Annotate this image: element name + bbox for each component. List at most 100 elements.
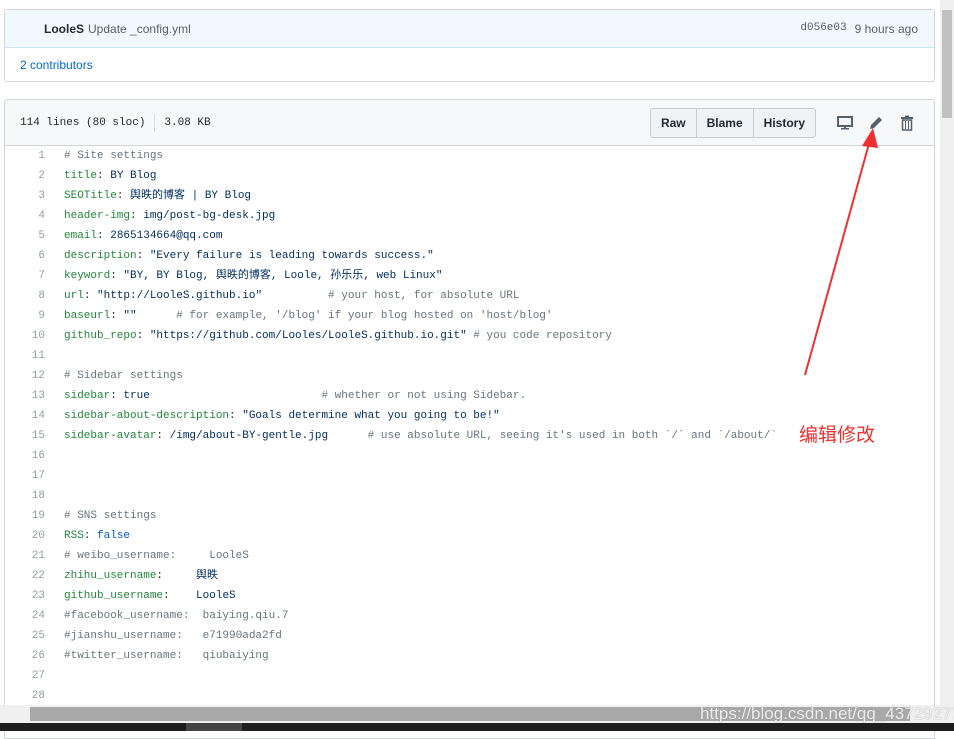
code-line: 7 keyword: "BY, BY Blog, 舆昳的博客, Loole, 孙乐…	[5, 266, 934, 286]
line-content: # Site settings	[45, 146, 163, 166]
code-token: 舆昳的博客 | BY Blog	[130, 190, 252, 202]
code-token: header-img	[64, 210, 131, 222]
code-token: 2865134664@qq.com	[110, 230, 223, 242]
line-number[interactable]: 24	[5, 606, 45, 626]
line-content	[45, 486, 64, 506]
line-number[interactable]: 18	[5, 486, 45, 506]
commit-author[interactable]: LooleS	[44, 22, 84, 36]
code-token: zhihu_username	[64, 570, 157, 582]
code-token: baseurl	[64, 310, 111, 322]
code-view: 1 # Site settings 2 title: BY Blog 3 SEOTitle…	[5, 146, 934, 706]
code-token: "BY, BY Blog, 舆昳的博客, Loole, 孙乐乐, web Lin…	[123, 270, 443, 282]
line-number[interactable]: 26	[5, 646, 45, 666]
code-token: # your host, for absolute URL	[262, 290, 520, 302]
line-number[interactable]: 5	[5, 226, 45, 246]
line-number[interactable]: 8	[5, 286, 45, 306]
code-token: description	[64, 250, 137, 262]
file-size: 3.08 KB	[164, 116, 211, 129]
code-line: 13 sidebar: true # whether or not using S…	[5, 386, 934, 406]
code-line: 10 github_repo: "https://github.com/Loole…	[5, 326, 934, 346]
code-token: # for example, '/blog' if your blog host…	[136, 310, 553, 322]
line-number[interactable]: 16	[5, 446, 45, 466]
line-content: header-img: img/post-bg-desk.jpg	[45, 206, 275, 226]
line-content: title: BY Blog	[45, 166, 156, 186]
line-content: #facebook_username: baiying.qiu.7	[45, 606, 288, 626]
code-token: LooleS	[196, 590, 236, 602]
contributors-link[interactable]: 2 contributors	[20, 58, 93, 72]
code-token: title	[64, 170, 98, 182]
file-lines: 114 lines (80 sloc)	[20, 116, 146, 129]
commit-sha[interactable]: d056e03	[800, 22, 846, 36]
code-token: "http://LooleS.github.io"	[97, 290, 263, 302]
code-token: /img/about-BY-gentle.jpg	[169, 430, 329, 442]
line-number[interactable]: 15	[5, 426, 45, 446]
code-line: 19 # SNS settings	[5, 506, 934, 526]
line-number[interactable]: 25	[5, 626, 45, 646]
code-line: 18	[5, 486, 934, 506]
raw-button[interactable]: Raw	[651, 108, 697, 137]
code-line: 6 description: "Every failure is leading …	[5, 246, 934, 266]
line-number[interactable]: 12	[5, 366, 45, 386]
code-token: "Goals determine what you going to be!"	[242, 410, 500, 422]
taskbar-item[interactable]	[186, 723, 242, 731]
code-token: sidebar-avatar	[64, 430, 157, 442]
pencil-icon[interactable]	[864, 112, 888, 134]
code-line: 15 sidebar-avatar: /img/about-BY-gentle.j…	[5, 426, 934, 446]
code-token: :	[110, 390, 124, 402]
code-line: 3 SEOTitle: 舆昳的博客 | BY Blog	[5, 186, 934, 206]
line-number[interactable]: 2	[5, 166, 45, 186]
code-token: :	[229, 410, 243, 422]
code-token: BY Blog	[110, 170, 157, 182]
code-token: false	[97, 530, 131, 542]
code-token: # whether or not using Sidebar.	[149, 390, 527, 402]
line-number[interactable]: 6	[5, 246, 45, 266]
code-line: 27	[5, 666, 934, 686]
divider	[154, 113, 156, 132]
code-line: 16	[5, 446, 934, 466]
code-token: :	[136, 250, 150, 262]
line-content: # weibo_username: LooleS	[45, 546, 249, 566]
code-line: 1 # Site settings	[5, 146, 934, 166]
line-number[interactable]: 13	[5, 386, 45, 406]
line-number[interactable]: 4	[5, 206, 45, 226]
desktop-icon[interactable]	[833, 112, 857, 134]
code-token: :	[156, 430, 170, 442]
file-viewer: 114 lines (80 sloc) 3.08 KB Raw Blame Hi…	[4, 99, 935, 739]
code-token: :	[97, 170, 111, 182]
line-number[interactable]: 9	[5, 306, 45, 326]
trash-icon[interactable]	[895, 112, 919, 134]
code-token: :	[116, 190, 131, 202]
line-number[interactable]: 27	[5, 666, 45, 686]
code-token: #jianshu_username: e71990ada2fd	[64, 630, 282, 642]
line-content: SEOTitle: 舆昳的博客 | BY Blog	[45, 186, 251, 206]
line-number[interactable]: 1	[5, 146, 45, 166]
code-token: :	[130, 210, 144, 222]
line-content	[45, 346, 64, 366]
commit-message[interactable]: Update _config.yml	[88, 22, 191, 36]
line-number[interactable]: 17	[5, 466, 45, 486]
code-line: 26 #twitter_username: qiubaiying	[5, 646, 934, 666]
line-number[interactable]: 22	[5, 566, 45, 586]
line-number[interactable]: 3	[5, 186, 45, 206]
code-token: keyword	[64, 270, 111, 282]
code-token: :	[83, 530, 98, 542]
scrollbar-thumb[interactable]	[942, 10, 952, 118]
line-number[interactable]: 23	[5, 586, 45, 606]
line-content	[45, 466, 64, 486]
line-content: #twitter_username: qiubaiying	[45, 646, 269, 666]
line-content: zhihu_username: 舆昳	[45, 566, 218, 586]
line-number[interactable]: 7	[5, 266, 45, 286]
history-button[interactable]: History	[754, 109, 815, 137]
line-number[interactable]: 10	[5, 326, 45, 346]
blame-button[interactable]: Blame	[697, 108, 754, 137]
vertical-scrollbar[interactable]	[940, 0, 954, 705]
line-number[interactable]: 21	[5, 546, 45, 566]
line-number[interactable]: 20	[5, 526, 45, 546]
line-content: github_username: LooleS	[45, 586, 236, 606]
line-number[interactable]: 11	[5, 346, 45, 366]
line-number[interactable]: 14	[5, 406, 45, 426]
line-number[interactable]: 28	[5, 686, 45, 706]
line-content: url: "http://LooleS.github.io" # your ho…	[45, 286, 520, 306]
line-number[interactable]: 19	[5, 506, 45, 526]
watermark: https://blog.csdn.net/qq_43729277	[700, 704, 954, 723]
